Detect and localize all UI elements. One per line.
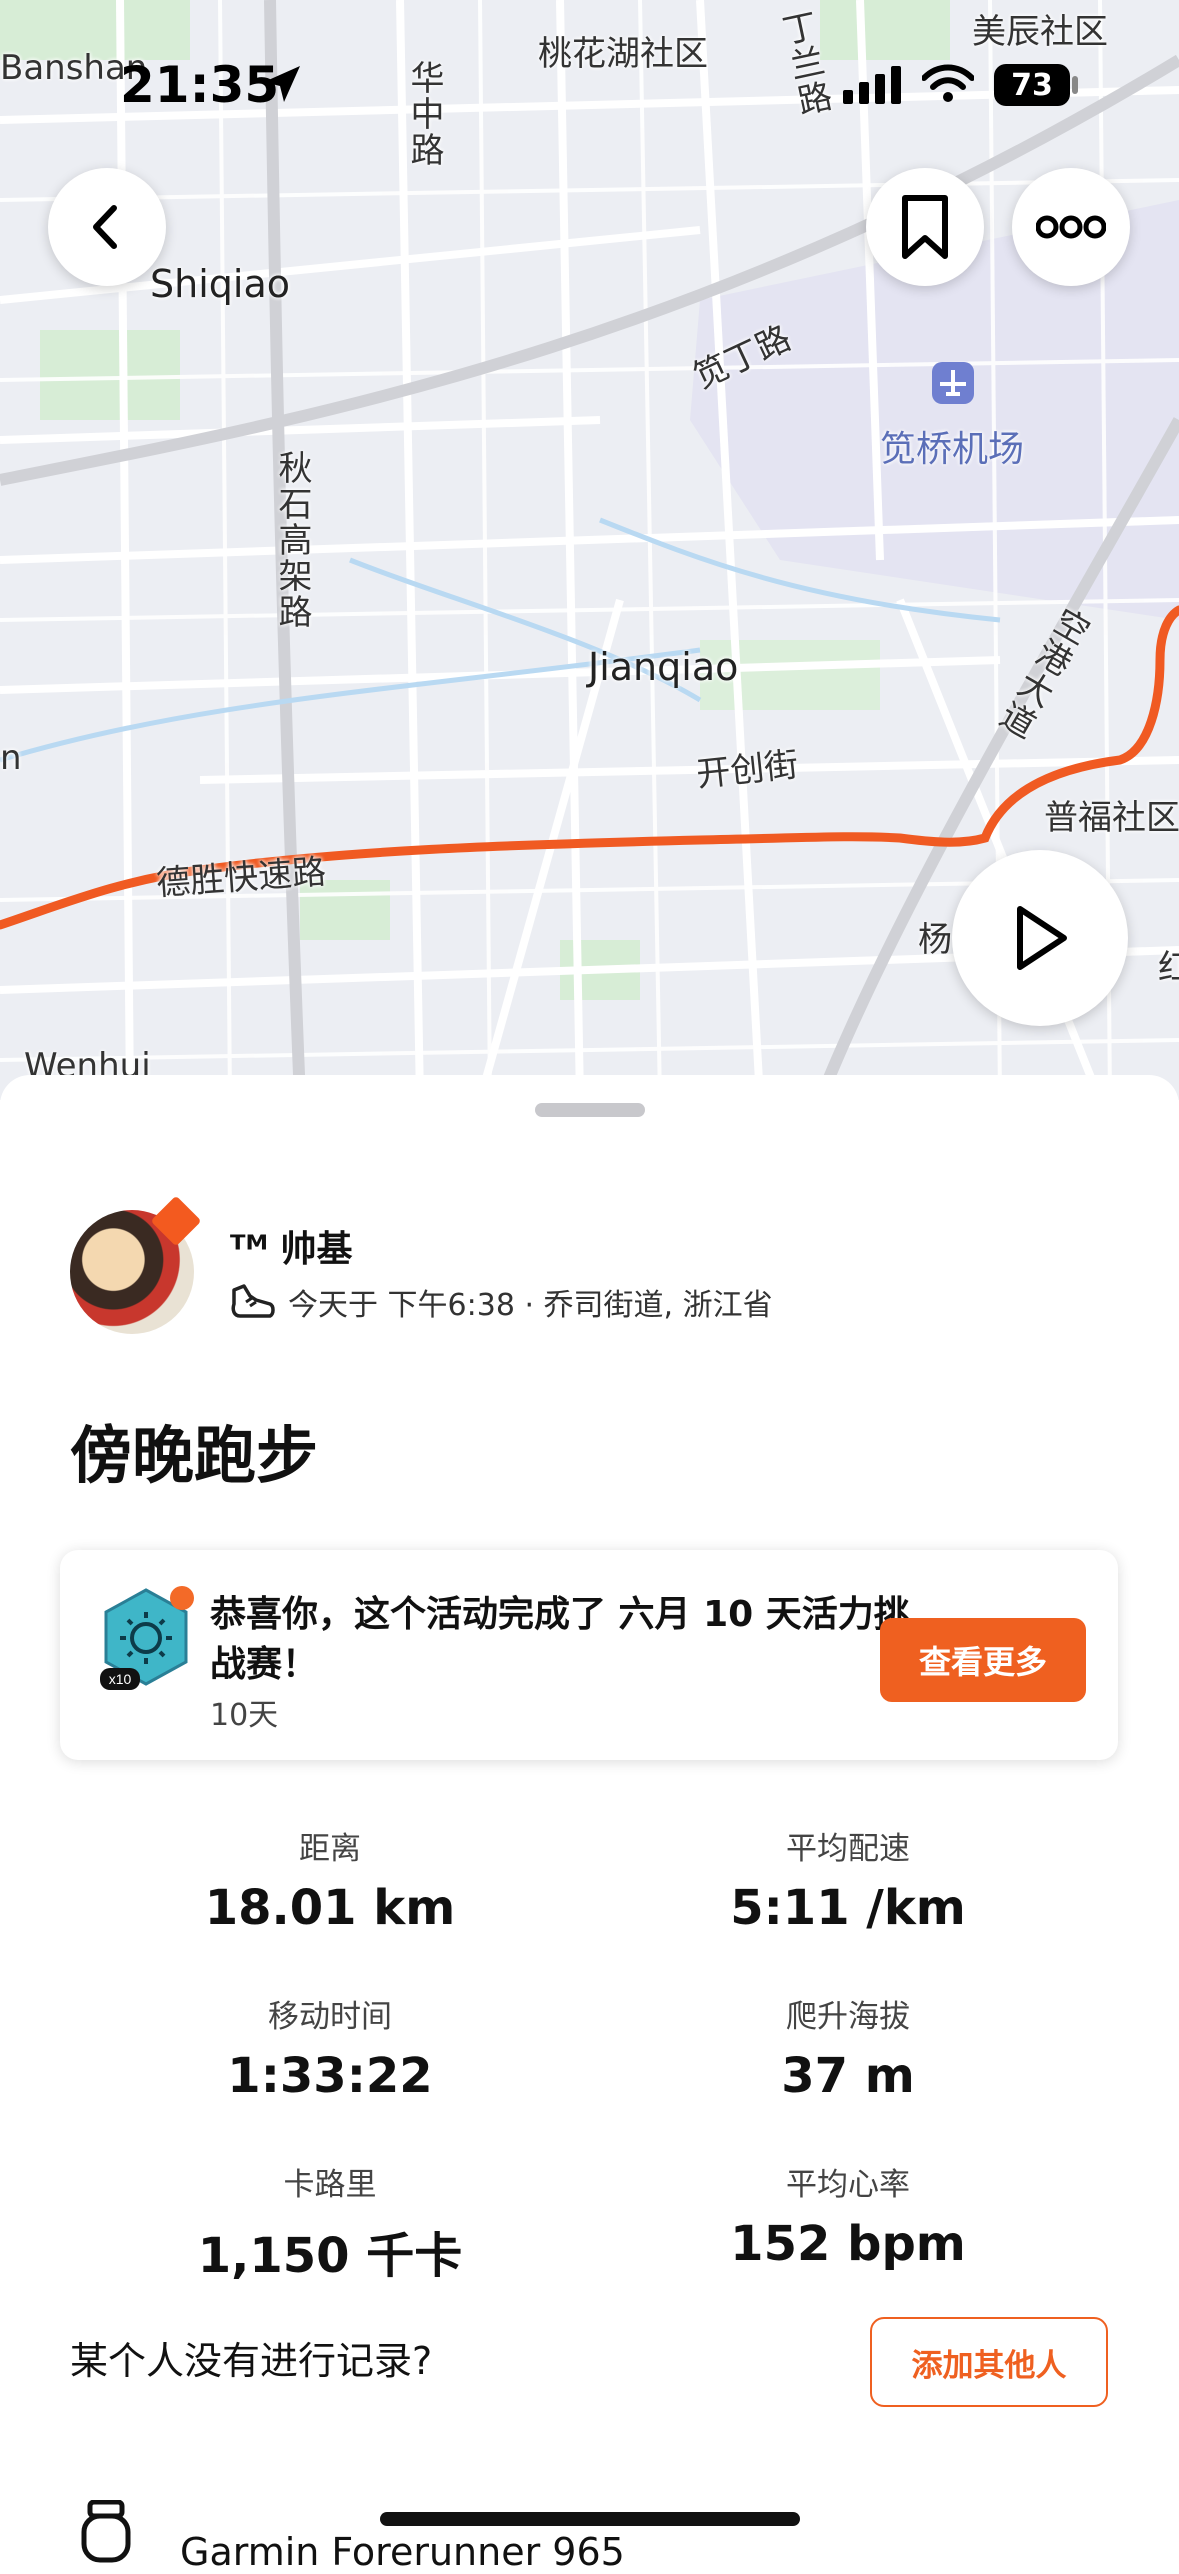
badge-count-label: x10 <box>109 1671 132 1687</box>
stat-label: 移动时间 <box>268 1999 392 2035</box>
map-label-shiqiao: Shiqiao <box>150 262 290 306</box>
challenge-text: 恭喜你，这个活动完成了 六月 10 天活力挑战赛！ <box>210 1594 910 1685</box>
play-flyover-button[interactable] <box>952 850 1128 1026</box>
activity-meta-text: 今天于 下午6:38 · 乔司街道, 浙江省 <box>288 1288 773 1323</box>
stat-label: 爬升海拔 <box>786 1999 910 2035</box>
cellular-signal-icon <box>843 66 901 104</box>
park-area <box>40 330 180 420</box>
status-bar: 21:35 73 <box>0 0 1179 150</box>
stat-value: 5:11 /km <box>730 1880 966 1936</box>
battery-level: 73 <box>1011 67 1053 103</box>
stat-avg-pace: 平均配速 5:11 /km <box>648 1823 1048 1936</box>
more-options-button[interactable] <box>1012 168 1130 286</box>
more-dots-icon <box>1036 215 1106 239</box>
watch-icon <box>81 2500 131 2563</box>
stat-label: 卡路里 <box>283 2167 377 2203</box>
activity-meta: 今天于 下午6:38 · 乔司街道, 浙江省 <box>230 1280 773 1324</box>
stat-avg-heart-rate: 平均心率 152 bpm <box>648 2159 1048 2272</box>
add-others-button[interactable]: 添加其他人 <box>870 2317 1108 2407</box>
map-label-n: n <box>0 738 22 778</box>
location-arrow-icon <box>264 66 300 102</box>
athlete-name[interactable]: ᵀᴹ 帅基 <box>230 1220 353 1272</box>
challenge-badge-icon: x10 <box>100 1586 194 1690</box>
device-name[interactable]: Garmin Forerunner 965 <box>180 2530 625 2574</box>
home-indicator[interactable] <box>380 2512 800 2526</box>
map-label-qiushi: 秋石高架路 <box>272 450 312 630</box>
stat-moving-time: 移动时间 1:33:22 <box>130 1991 530 2104</box>
stat-distance: 距离 18.01 km <box>130 1823 530 1936</box>
stat-value: 152 bpm <box>730 2216 966 2272</box>
stat-label: 距离 <box>299 1831 361 1867</box>
activity-title: 傍晚跑步 <box>70 1419 319 1492</box>
sheet-grabber[interactable] <box>535 1103 645 1117</box>
stat-label: 平均配速 <box>786 1831 910 1867</box>
chevron-left-icon <box>93 205 117 249</box>
battery-cap <box>1072 76 1078 94</box>
status-time: 21:35 <box>120 56 280 114</box>
stat-value: 37 m <box>781 2048 915 2104</box>
challenge-duration: 10天 <box>210 1698 279 1733</box>
wifi-icon <box>922 64 974 102</box>
stat-value: 18.01 km <box>204 1880 456 1936</box>
map-label-pufu: 普福社区 <box>1044 798 1179 838</box>
bookmark-icon <box>902 195 948 259</box>
play-icon <box>1017 906 1067 970</box>
stat-label: 平均心率 <box>786 2167 910 2203</box>
map-label-airport: 笕桥机场 <box>880 429 1025 470</box>
back-button[interactable] <box>48 168 166 286</box>
map-label-yang: 杨 <box>918 920 952 960</box>
bookmark-button[interactable] <box>866 168 984 286</box>
challenge-card[interactable]: x10 恭喜你，这个活动完成了 六月 10 天活力挑战赛！ 10天 查看更多 <box>60 1550 1118 1760</box>
stat-calories: 卡路里 1,150 千卡 <box>130 2159 530 2286</box>
stat-value: 1,150 千卡 <box>197 2228 463 2284</box>
running-shoe-icon <box>231 1284 275 1318</box>
see-more-button[interactable]: 查看更多 <box>880 1618 1086 1702</box>
stat-value: 1:33:22 <box>227 2048 433 2104</box>
stat-elevation-gain: 爬升海拔 37 m <box>648 1991 1048 2104</box>
activity-sheet: ᵀᴹ 帅基 今天于 下午6:38 · 乔司街道, 浙江省 傍晚跑步 x10 恭喜… <box>0 1075 1179 2574</box>
battery-indicator: 73 <box>994 64 1070 106</box>
map-label-jianqiao: Jianqiao <box>588 645 739 689</box>
map-label-hong: 红 <box>1158 948 1179 988</box>
unrecorded-question: 某个人没有进行记录? <box>70 2339 433 2383</box>
